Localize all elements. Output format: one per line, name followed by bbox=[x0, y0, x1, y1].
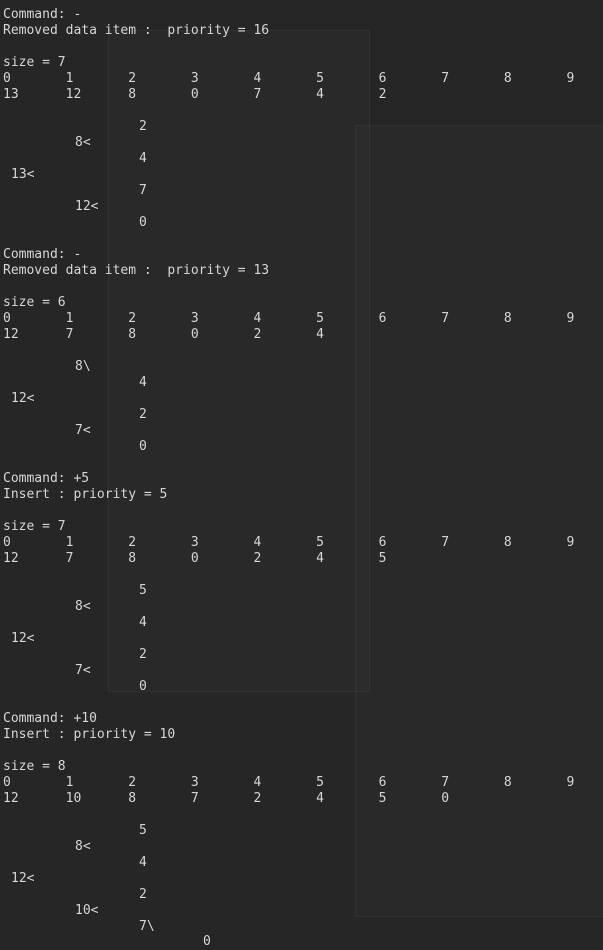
console-line: 8< bbox=[75, 135, 91, 150]
console-line: 0 bbox=[139, 215, 147, 230]
console-line: size = 6 bbox=[3, 295, 66, 310]
console-line: 5 bbox=[139, 583, 147, 598]
console-line: 7< bbox=[75, 663, 91, 678]
console-line: 0 1 2 3 4 5 6 7 8 9 bbox=[3, 71, 575, 86]
console-line: 12 7 8 0 2 4 bbox=[3, 327, 324, 342]
console-line: 12< bbox=[11, 391, 35, 406]
console-line: 12 10 8 7 2 4 5 0 bbox=[3, 791, 450, 806]
console-line: Command: +10 bbox=[3, 711, 97, 726]
console-line: 8\ bbox=[75, 359, 91, 374]
console-line: 0 1 2 3 4 5 6 7 8 9 bbox=[3, 311, 575, 326]
console-line: 8< bbox=[75, 839, 91, 854]
console-line: size = 7 bbox=[3, 519, 66, 534]
console-line: 13< bbox=[11, 167, 35, 182]
console-line: 5 bbox=[139, 823, 147, 838]
console-line: 7\ bbox=[139, 919, 155, 934]
console-line: 2 bbox=[139, 887, 147, 902]
console-line: 12< bbox=[75, 199, 99, 214]
console-line: 2 bbox=[139, 647, 147, 662]
console-line: Insert : priority = 10 bbox=[3, 727, 176, 742]
console-line: Removed data item : priority = 16 bbox=[3, 23, 270, 38]
console-line: size = 8 bbox=[3, 759, 66, 774]
console-line: 0 bbox=[203, 934, 211, 949]
console-line: Insert : priority = 5 bbox=[3, 487, 168, 502]
console-line: 0 bbox=[139, 439, 147, 454]
console-line: 4 bbox=[139, 855, 147, 870]
console-line: 4 bbox=[139, 151, 147, 166]
console-window: Command: - Removed data item : priority … bbox=[0, 0, 603, 949]
background-window bbox=[108, 30, 370, 692]
console-line: Command: +5 bbox=[3, 471, 90, 486]
console-line: 4 bbox=[139, 375, 147, 390]
console-line: 10< bbox=[75, 903, 99, 918]
console-line: 8< bbox=[75, 599, 91, 614]
console-line: Command: - bbox=[3, 7, 82, 22]
console-line: 12< bbox=[11, 871, 35, 886]
console-line: 7< bbox=[75, 423, 91, 438]
console-line: 7 bbox=[139, 183, 147, 198]
console-line: 2 bbox=[139, 119, 147, 134]
console-line: 0 bbox=[139, 679, 147, 694]
console-line: 2 bbox=[139, 407, 147, 422]
console-line: 13 12 8 0 7 4 2 bbox=[3, 87, 387, 102]
console-line: 0 1 2 3 4 5 6 7 8 9 bbox=[3, 775, 575, 790]
console-line: 12 7 8 0 2 4 5 bbox=[3, 551, 387, 566]
console-line: 4 bbox=[139, 615, 147, 630]
console-line: Removed data item : priority = 13 bbox=[3, 263, 270, 278]
console-line: 12< bbox=[11, 631, 35, 646]
console-line: Command: - bbox=[3, 247, 82, 262]
console-line: size = 7 bbox=[3, 55, 66, 70]
console-line: 0 1 2 3 4 5 6 7 8 9 bbox=[3, 535, 575, 550]
